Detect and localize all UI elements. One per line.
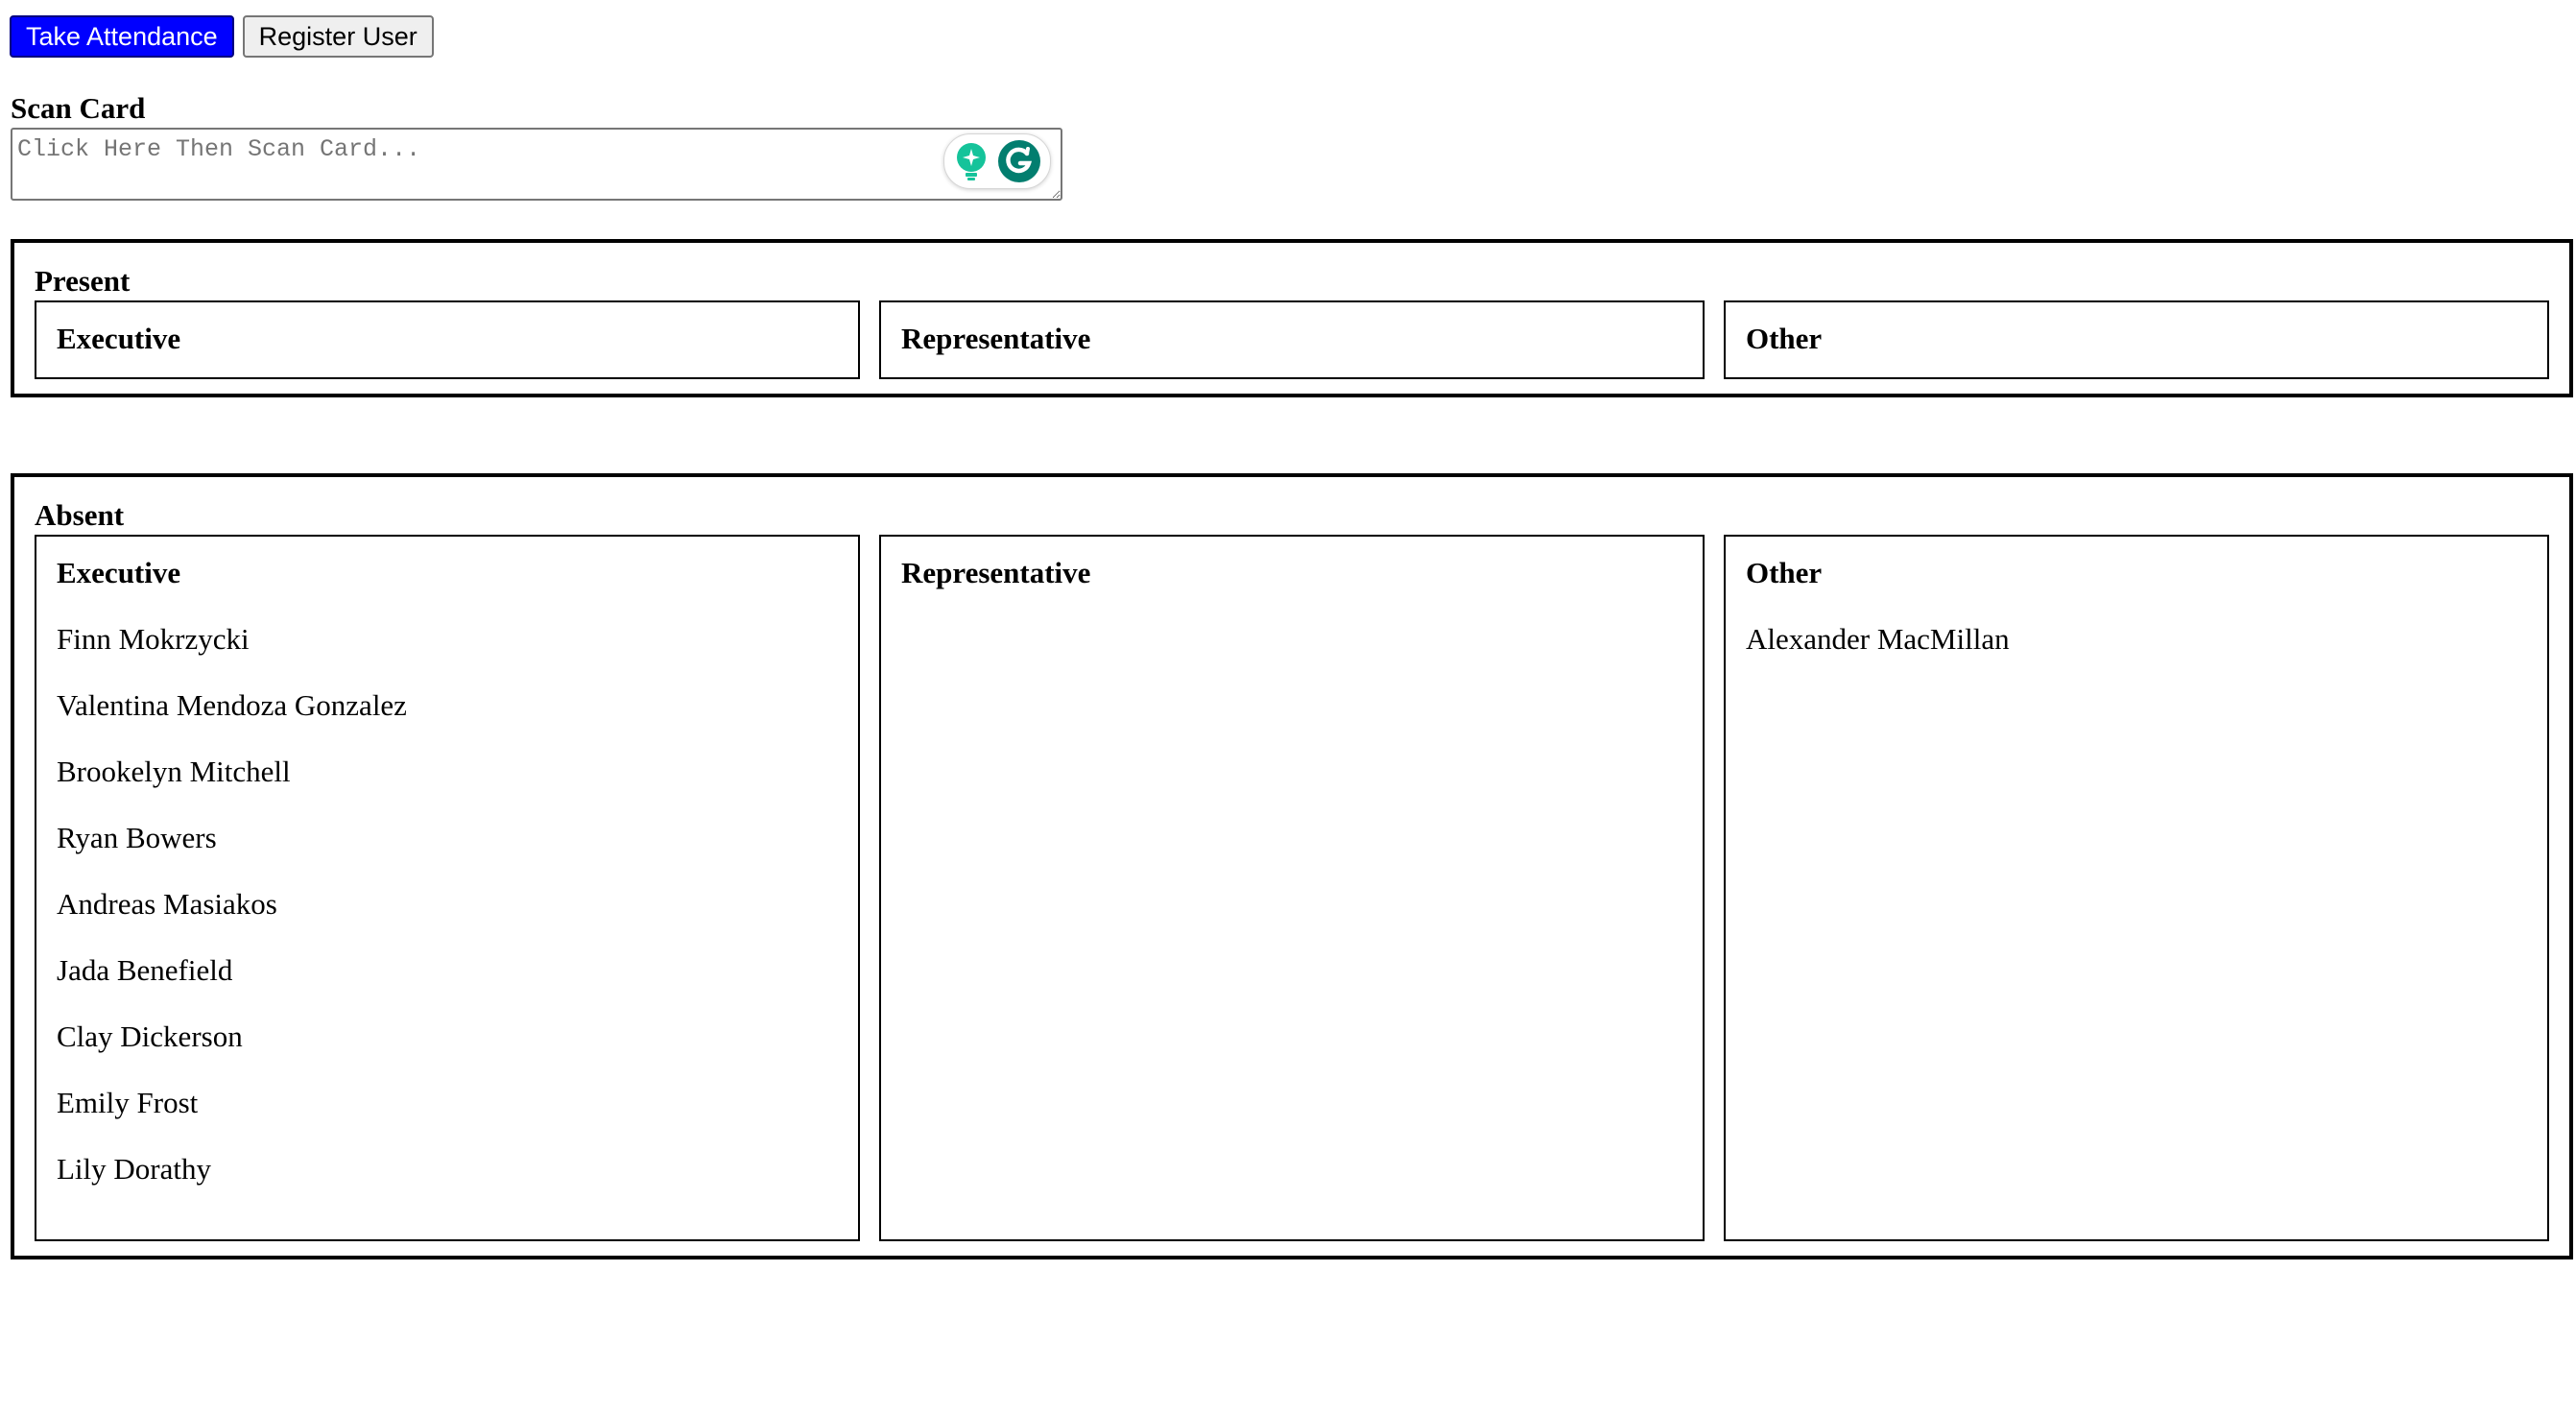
list-item: Lily Dorathy — [57, 1152, 211, 1186]
present-section: Present Executive Representative Other — [11, 239, 2573, 397]
list-item: Valentina Mendoza Gonzalez — [57, 688, 407, 722]
grammarly-widget[interactable] — [943, 133, 1051, 189]
present-columns: Executive Representative Other — [35, 300, 2549, 379]
absent-executive-list: Finn Mokrzycki Valentina Mendoza Gonzale… — [57, 624, 838, 1220]
present-representative-title: Representative — [901, 322, 1091, 355]
absent-title: Absent — [35, 498, 125, 532]
take-attendance-button[interactable]: Take Attendance — [10, 15, 234, 58]
list-item: Brookelyn Mitchell — [57, 755, 291, 788]
absent-representative-column: Representative — [879, 535, 1705, 1241]
list-item: Jada Benefield — [57, 953, 233, 987]
absent-section: Absent Executive Finn Mokrzycki Valentin… — [11, 473, 2573, 1259]
list-item: Finn Mokrzycki — [57, 622, 250, 656]
absent-other-list: Alexander MacMillan — [1746, 624, 2527, 690]
absent-executive-column: Executive Finn Mokrzycki Valentina Mendo… — [35, 535, 860, 1241]
absent-executive-title: Executive — [57, 556, 181, 589]
list-item: Ryan Bowers — [57, 821, 217, 854]
list-item: Alexander MacMillan — [1746, 622, 2010, 656]
bulb-sparkle-icon[interactable] — [953, 141, 990, 181]
present-representative-column: Representative — [879, 300, 1705, 379]
tab-bar: Take Attendance Register User — [10, 15, 434, 58]
present-other-title: Other — [1746, 322, 1823, 355]
grammarly-icon[interactable] — [997, 139, 1041, 183]
present-executive-column: Executive — [35, 300, 860, 379]
list-item: Andreas Masiakos — [57, 887, 277, 921]
scan-card-label: Scan Card — [11, 91, 146, 125]
absent-representative-title: Representative — [901, 556, 1091, 589]
absent-other-column: Other Alexander MacMillan — [1724, 535, 2549, 1241]
present-other-column: Other — [1724, 300, 2549, 379]
scan-card-input[interactable] — [11, 128, 1062, 201]
absent-other-title: Other — [1746, 556, 1823, 589]
register-user-button[interactable]: Register User — [242, 15, 434, 58]
absent-columns: Executive Finn Mokrzycki Valentina Mendo… — [35, 535, 2549, 1241]
list-item: Emily Frost — [57, 1086, 199, 1119]
present-title: Present — [35, 264, 131, 298]
present-executive-title: Executive — [57, 322, 181, 355]
list-item: Clay Dickerson — [57, 1019, 243, 1053]
